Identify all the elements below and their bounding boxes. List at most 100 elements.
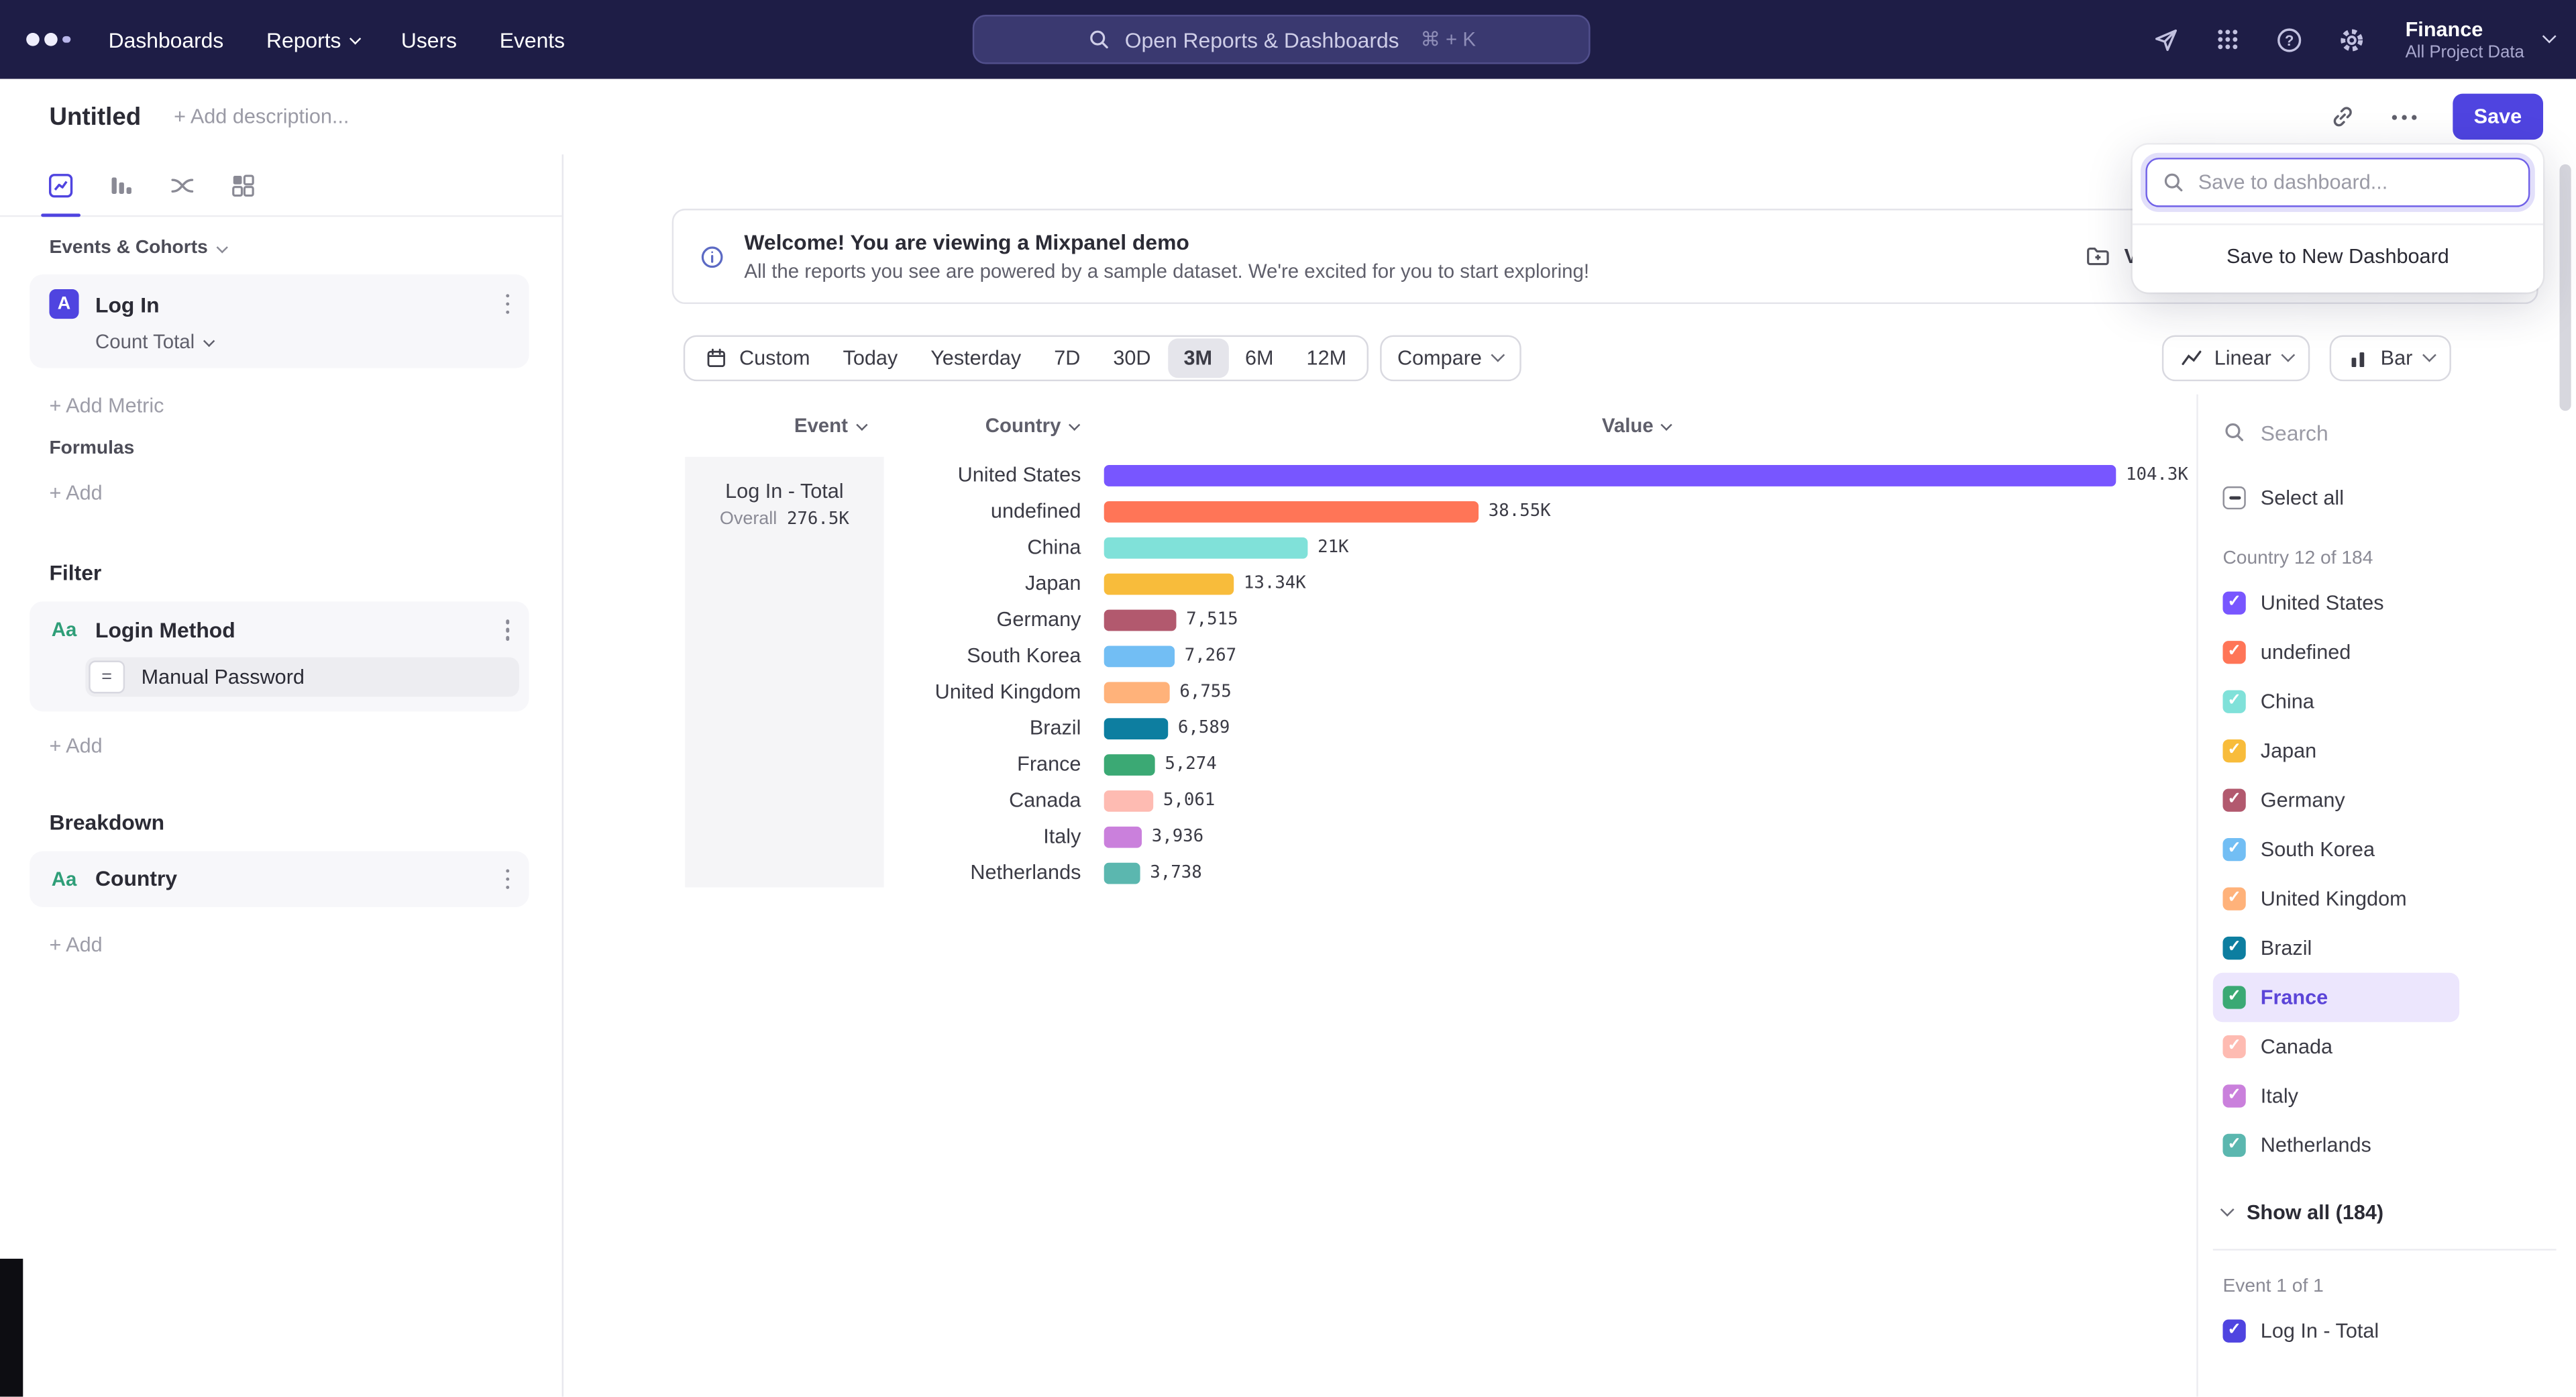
filter-operator[interactable]: = [89, 660, 125, 692]
checkbox-united-kingdom[interactable]: ✓ [2222, 887, 2245, 910]
save-button[interactable]: Save [2453, 94, 2543, 140]
add-metric-button[interactable]: + Add Metric [49, 395, 529, 417]
nav-item-reports[interactable]: Reports [266, 27, 358, 52]
settings-gear-icon[interactable] [2338, 25, 2366, 54]
range-12m[interactable]: 12M [1290, 338, 1363, 378]
add-description-field[interactable]: + Add description... [174, 105, 349, 128]
nav-item-users[interactable]: Users [401, 27, 457, 52]
aggregation-selector[interactable]: Count Total [95, 330, 513, 353]
tab-funnels[interactable] [97, 154, 146, 215]
column-header-event[interactable]: Event [794, 414, 865, 437]
country-option-brazil[interactable]: ✓Brazil [2213, 923, 2459, 972]
bar-japan[interactable] [1104, 572, 1234, 594]
country-option-japan[interactable]: ✓Japan [2213, 726, 2459, 775]
add-formula-button[interactable]: + Add [49, 482, 529, 505]
left-edge-artifact [0, 1259, 23, 1397]
breakdown-kebab-icon[interactable] [502, 865, 513, 892]
breakdown-card[interactable]: Aa Country [30, 850, 529, 907]
country-option-united-kingdom[interactable]: ✓United Kingdom [2213, 874, 2459, 923]
country-option-south-korea[interactable]: ✓South Korea [2213, 825, 2459, 874]
tab-flows[interactable] [158, 154, 207, 215]
compare-button[interactable]: Compare [1379, 335, 1520, 382]
help-icon[interactable]: ? [2275, 25, 2304, 54]
report-title[interactable]: Untitled [49, 103, 141, 131]
country-option-china[interactable]: ✓China [2213, 677, 2459, 726]
filter-kebab-icon[interactable] [502, 616, 513, 643]
checkbox-germany[interactable]: ✓ [2222, 789, 2245, 812]
filter-card[interactable]: Aa Login Method = Manual Password [30, 601, 529, 711]
project-switcher[interactable]: Finance All Project Data [2406, 17, 2553, 62]
checkbox-netherlands[interactable]: ✓ [2222, 1134, 2245, 1157]
checkbox-brazil[interactable]: ✓ [2222, 937, 2245, 960]
metric-kebab-icon[interactable] [502, 291, 513, 317]
range-7d[interactable]: 7D [1038, 338, 1097, 378]
column-header-country[interactable]: Country [985, 414, 1078, 437]
nav-item-events[interactable]: Events [500, 27, 565, 52]
tab-retention[interactable] [219, 154, 268, 215]
country-option-netherlands[interactable]: ✓Netherlands [2213, 1121, 2459, 1170]
range-6m[interactable]: 6M [1229, 338, 1291, 378]
range-custom[interactable]: Custom [688, 338, 826, 378]
range-3m[interactable]: 3M [1167, 338, 1229, 378]
range-yesterday[interactable]: Yesterday [914, 338, 1038, 378]
bar-china[interactable] [1104, 537, 1308, 558]
add-breakdown-button[interactable]: + Add [49, 933, 529, 956]
events-section-header[interactable]: Events & Cohorts [49, 238, 529, 258]
bar-france[interactable] [1104, 754, 1155, 775]
country-option-germany[interactable]: ✓Germany [2213, 776, 2459, 825]
show-all-button[interactable]: Show all (184) [2222, 1190, 2576, 1236]
checkbox-italy[interactable]: ✓ [2222, 1084, 2245, 1107]
checkbox-france[interactable]: ✓ [2222, 986, 2245, 1008]
bar-italy[interactable] [1104, 826, 1142, 847]
range-30d[interactable]: 30D [1097, 338, 1167, 378]
segment-search-input[interactable]: Search [2213, 411, 2576, 454]
apps-grid-icon[interactable] [2215, 26, 2241, 52]
global-search-input[interactable]: Open Reports & Dashboards ⌘ + K [973, 15, 1591, 64]
breakdown-property-name[interactable]: Country [95, 866, 177, 891]
select-all-row[interactable]: Select all [2213, 473, 2459, 522]
column-header-value[interactable]: Value [1602, 414, 1671, 437]
country-option-italy[interactable]: ✓Italy [2213, 1072, 2459, 1121]
filter-value[interactable]: Manual Password [142, 665, 305, 688]
checkbox-south-korea[interactable]: ✓ [2222, 838, 2245, 861]
bar-netherlands[interactable] [1104, 862, 1140, 883]
range-today[interactable]: Today [826, 338, 914, 378]
checkbox-undefined[interactable]: ✓ [2222, 641, 2245, 664]
mixpanel-logo-icon[interactable] [23, 33, 92, 46]
bar-canada[interactable] [1104, 790, 1153, 811]
bar-united-states[interactable] [1104, 464, 2116, 486]
save-to-new-dashboard-item[interactable]: Save to New Dashboard [2133, 225, 2543, 287]
country-option-france[interactable]: ✓France [2213, 973, 2459, 1022]
country-option-undefined[interactable]: ✓undefined [2213, 628, 2459, 677]
tab-insights[interactable] [36, 154, 85, 215]
bar-germany[interactable] [1104, 609, 1177, 630]
country-option-united-states[interactable]: ✓United States [2213, 578, 2459, 627]
chart-type-dropdown[interactable]: Bar [2330, 335, 2451, 382]
view-sample-dashboards-button[interactable]: V [2085, 243, 2138, 269]
metric-event-name[interactable]: Log In [95, 292, 160, 317]
copy-link-icon[interactable] [2329, 103, 2355, 130]
bar-south-korea[interactable] [1104, 645, 1175, 666]
event-item-checkbox[interactable]: ✓ [2222, 1320, 2245, 1343]
send-feedback-icon[interactable] [2152, 25, 2180, 54]
bar-united-kingdom[interactable] [1104, 681, 1170, 703]
event-option-log-in-total[interactable]: ✓ Log In - Total [2213, 1306, 2459, 1355]
nav-item-dashboards[interactable]: Dashboards [109, 27, 224, 52]
checkbox-united-states[interactable]: ✓ [2222, 592, 2245, 615]
bar-undefined[interactable] [1104, 501, 1479, 522]
add-filter-button[interactable]: + Add [49, 733, 529, 756]
more-actions-icon[interactable] [2392, 114, 2416, 119]
metric-card[interactable]: A Log In Count Total [30, 274, 529, 368]
select-all-checkbox[interactable] [2222, 486, 2245, 509]
save-dashboard-search-input[interactable]: Save to dashboard... [2145, 158, 2530, 207]
filter-condition[interactable]: = Manual Password [85, 656, 519, 696]
checkbox-china[interactable]: ✓ [2222, 690, 2245, 713]
filter-property-name[interactable]: Login Method [95, 617, 235, 642]
window-scrollbar[interactable] [2560, 164, 2571, 411]
bar-brazil[interactable] [1104, 717, 1169, 739]
checkbox-canada[interactable]: ✓ [2222, 1035, 2245, 1058]
line-style-dropdown[interactable]: Linear [2161, 335, 2310, 382]
checkbox-japan[interactable]: ✓ [2222, 739, 2245, 762]
bar-value-label: 7,515 [1186, 610, 1238, 629]
country-option-canada[interactable]: ✓Canada [2213, 1022, 2459, 1071]
